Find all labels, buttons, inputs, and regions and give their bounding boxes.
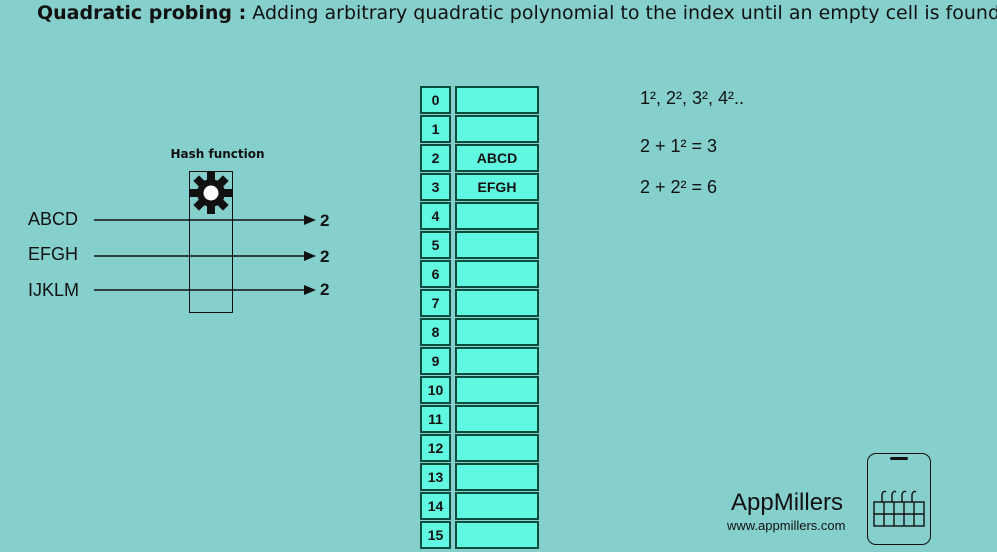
table-cell: EFGH: [455, 173, 539, 201]
table-index: 4: [420, 202, 451, 230]
table-cell: [455, 492, 539, 520]
hash-function-label: Hash function: [170, 147, 265, 161]
table-cell: [455, 231, 539, 259]
table-cell: [455, 405, 539, 433]
table-cell: [455, 86, 539, 114]
table-index: 0: [420, 86, 451, 114]
factory-phone-icon: [867, 453, 931, 545]
table-index: 9: [420, 347, 451, 375]
factory-icon: [873, 457, 925, 527]
table-cell: [455, 463, 539, 491]
hash-output: 2: [320, 280, 330, 299]
table-index: 12: [420, 434, 451, 462]
table-index: 13: [420, 463, 451, 491]
hash-arrow: [94, 285, 316, 295]
table-index: 6: [420, 260, 451, 288]
hash-input-key: IJKLM: [28, 280, 80, 300]
table-cell: [455, 434, 539, 462]
table-cell: [455, 347, 539, 375]
table-index: 15: [420, 521, 451, 549]
table-index: 11: [420, 405, 451, 433]
probe-step-2: 2 + 2² = 6: [640, 177, 718, 197]
table-index: 10: [420, 376, 451, 404]
hash-arrow: [94, 215, 316, 225]
brand-name: AppMillers: [731, 489, 844, 516]
square-sequence: 1², 2², 3², 4²..: [640, 88, 745, 108]
table-index: 8: [420, 318, 451, 346]
table-cell: [455, 260, 539, 288]
hash-arrow: [94, 251, 316, 261]
probe-step-1: 2 + 1² = 3: [640, 136, 718, 156]
table-index: 3: [420, 173, 451, 201]
table-cell: [455, 289, 539, 317]
table-cell: [455, 318, 539, 346]
table-index: 1: [420, 115, 451, 143]
gear-icon: [190, 172, 232, 214]
table-cell: [455, 376, 539, 404]
table-index: 5: [420, 231, 451, 259]
hash-input-key: EFGH: [28, 244, 79, 264]
slide-title: Quadratic probing : Adding arbitrary qua…: [37, 2, 997, 24]
hash-output: 2: [320, 247, 330, 266]
hash-input-key: ABCD: [28, 209, 79, 229]
hash-output: 2: [320, 211, 330, 230]
title-term: Quadratic probing :: [37, 2, 247, 24]
table-index: 2: [420, 144, 451, 172]
title-definition: Adding arbitrary quadratic polynomial to…: [252, 2, 997, 24]
table-cell: [455, 521, 539, 549]
table-index: 14: [420, 492, 451, 520]
table-cell: [455, 115, 539, 143]
table-cell: [455, 202, 539, 230]
table-cell: ABCD: [455, 144, 539, 172]
brand-url: www.appmillers.com: [727, 518, 846, 533]
table-index: 7: [420, 289, 451, 317]
